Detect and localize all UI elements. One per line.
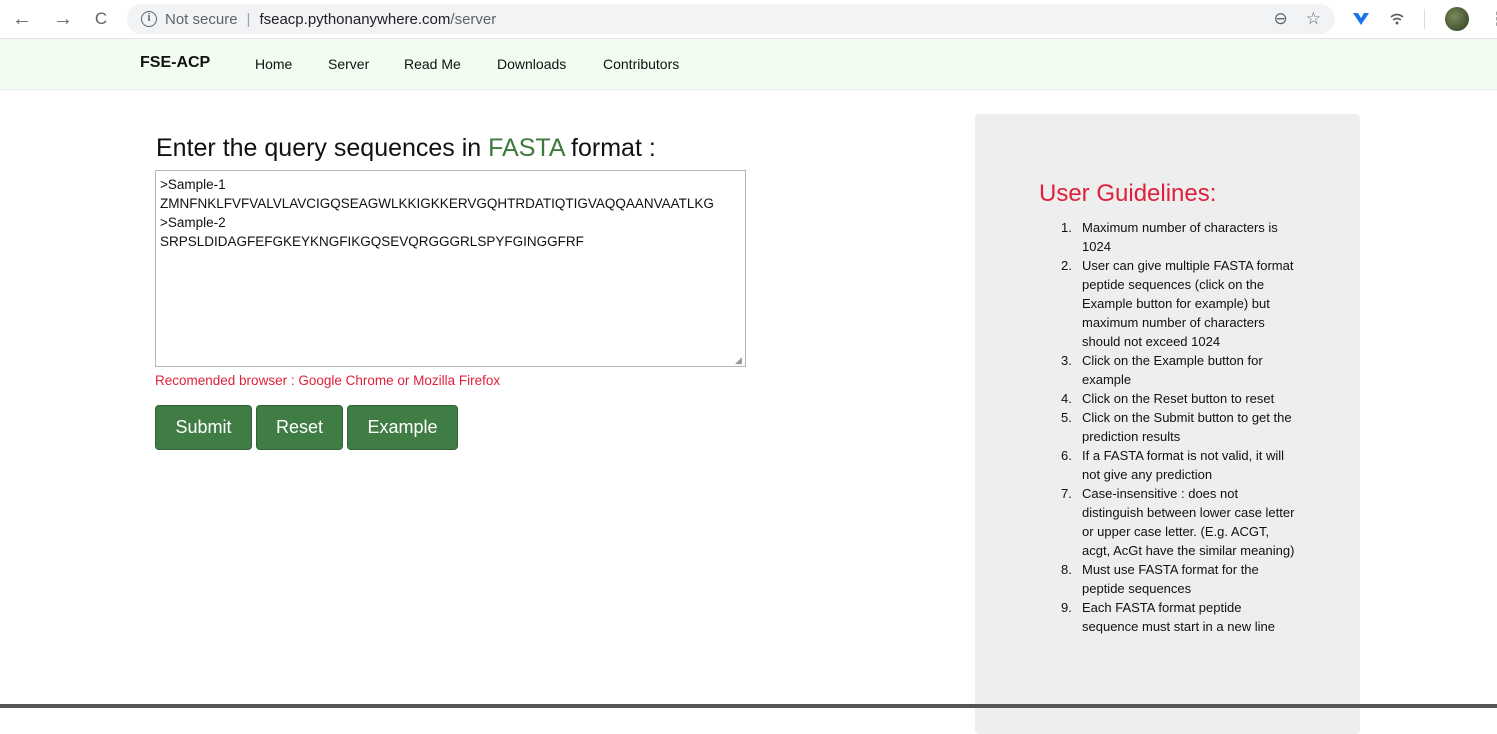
page-title: Enter the query sequences in FASTA forma… [156,134,656,163]
browser-menu-icon[interactable]: ⋮ [1489,9,1497,30]
list-item: 7. Case-insensitive : does not distinguis… [1061,486,1295,558]
list-item: 3. Click on the Example button for exampl… [1061,353,1263,387]
reload-icon[interactable]: C [90,8,112,30]
site-navbar: FSE-ACP Home Server Read Me Downloads Co… [0,38,1497,90]
submit-button[interactable]: Submit [155,405,252,450]
list-item: 2. User can give multiple FASTA format pe… [1061,258,1294,349]
back-icon[interactable]: ← [11,8,33,30]
info-icon[interactable]: i [141,11,157,27]
bookmark-star-icon[interactable]: ☆ [1306,9,1321,29]
nav-link-contributors[interactable]: Contributors [603,56,679,72]
reset-button[interactable]: Reset [256,405,343,450]
browser-toolbar: ← → C i Not secure | fseacp.pythonanywhe… [0,0,1497,38]
list-item: 5. Click on the Submit button to get the … [1061,410,1292,444]
nav-link-downloads[interactable]: Downloads [497,56,566,72]
forward-icon[interactable]: → [52,8,74,30]
extension-wifi-icon[interactable] [1390,12,1404,26]
list-item: 6. If a FASTA format is not valid, it wil… [1061,448,1285,482]
list-item: 4. Click on the Reset button to reset [1061,391,1275,406]
sequence-input[interactable]: >Sample-1 ZMNFNKLFVFVALVLAVCIGQSEAGWLKKI… [155,170,746,367]
guidelines-panel: User Guidelines: 1. Maximum number of cha… [975,114,1360,734]
title-suffix: format : [564,134,656,162]
nav-link-server[interactable]: Server [328,56,369,72]
zoom-icon[interactable]: ⊖ [1274,9,1288,29]
list-item: 1. Maximum number of characters is 1024 [1061,220,1278,254]
security-label: Not secure [165,10,238,28]
address-bar[interactable]: i Not secure | fseacp.pythonanywhere.com… [127,4,1335,34]
browser-recommendation: Recomended browser : Google Chrome or Mo… [155,373,501,388]
brand-link[interactable]: FSE-ACP [140,54,210,72]
profile-avatar[interactable] [1445,7,1469,31]
url-path: /server [450,10,497,28]
guidelines-list: 1. Maximum number of characters is 1024 2… [1061,218,1297,636]
toolbar-divider [1424,9,1425,29]
list-item: 9. Each FASTA format peptide sequence mus… [1061,600,1275,634]
example-button[interactable]: Example [347,405,458,450]
title-prefix: Enter the query sequences in [156,134,489,162]
url-separator: | [246,10,251,28]
extension-vpn-icon[interactable] [1352,11,1370,27]
title-fasta: FASTA [488,134,565,162]
nav-link-readme[interactable]: Read Me [404,56,461,72]
resize-handle-icon[interactable]: ◢ [735,356,744,365]
list-item: 8. Must use FASTA format for the peptide … [1061,562,1259,596]
url-host: fseacp.pythonanywhere.com [259,10,451,28]
guidelines-title: User Guidelines: [1039,180,1217,207]
nav-link-home[interactable]: Home [255,56,292,72]
window-bottom-edge [0,704,1497,708]
